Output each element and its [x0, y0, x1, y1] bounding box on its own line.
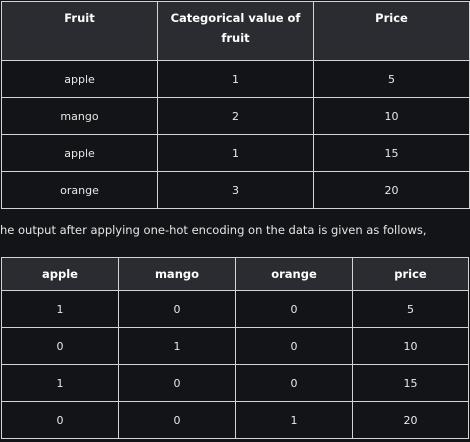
- table-row: apple 1 15: [1, 134, 470, 172]
- cell-apple: 0: [1, 327, 119, 365]
- cell-price: 5: [313, 60, 470, 98]
- cell-mango: 0: [118, 364, 236, 402]
- cell-orange: 0: [235, 290, 353, 328]
- cell-fruit: orange: [1, 171, 158, 209]
- header-price: price: [352, 257, 469, 291]
- cell-categorical-value: 1: [157, 134, 314, 172]
- cell-price: 20: [352, 401, 469, 439]
- fruit-price-table: Fruit Categorical value of fruit Price a…: [1, 1, 470, 209]
- cell-apple: 1: [1, 290, 119, 328]
- header-orange: orange: [235, 257, 353, 291]
- cell-orange: 0: [235, 327, 353, 365]
- cell-mango: 0: [118, 290, 236, 328]
- header-fruit: Fruit: [1, 1, 158, 61]
- table-header-row: Fruit Categorical value of fruit Price: [1, 1, 470, 61]
- one-hot-table-header: apple mango orange price: [1, 257, 469, 291]
- cell-orange: 0: [235, 364, 353, 402]
- table-row: 0 1 0 10: [1, 327, 469, 365]
- cell-mango: 1: [118, 327, 236, 365]
- header-apple: apple: [1, 257, 119, 291]
- cell-price: 5: [352, 290, 469, 328]
- explanation-text: he output after applying one-hot encodin…: [0, 223, 427, 237]
- cell-categorical-value: 3: [157, 171, 314, 209]
- fruit-price-table-body: apple 1 5 mango 2 10 apple 1 15 orange 3…: [1, 60, 470, 209]
- fruit-price-table-header: Fruit Categorical value of fruit Price: [1, 1, 470, 61]
- header-mango: mango: [118, 257, 236, 291]
- header-categorical-value: Categorical value of fruit: [157, 1, 314, 61]
- cell-categorical-value: 1: [157, 60, 314, 98]
- cell-price: 15: [313, 134, 470, 172]
- table-row: 1 0 0 5: [1, 290, 469, 328]
- cell-apple: 0: [1, 401, 119, 439]
- table-row: apple 1 5: [1, 60, 470, 98]
- table-header-row: apple mango orange price: [1, 257, 469, 291]
- cell-fruit: mango: [1, 97, 158, 135]
- cell-price: 10: [313, 97, 470, 135]
- cell-categorical-value: 2: [157, 97, 314, 135]
- table-row: 1 0 0 15: [1, 364, 469, 402]
- cell-apple: 1: [1, 364, 119, 402]
- cell-fruit: apple: [1, 60, 158, 98]
- table-row: mango 2 10: [1, 97, 470, 135]
- table-row: orange 3 20: [1, 171, 470, 209]
- header-price: Price: [313, 1, 470, 61]
- table-row: 0 0 1 20: [1, 401, 469, 439]
- one-hot-table-body: 1 0 0 5 0 1 0 10 1 0 0 15 0 0 1 20: [1, 290, 469, 439]
- cell-mango: 0: [118, 401, 236, 439]
- one-hot-encoded-table: apple mango orange price 1 0 0 5 0 1 0 1…: [1, 257, 469, 439]
- cell-fruit: apple: [1, 134, 158, 172]
- cell-orange: 1: [235, 401, 353, 439]
- cell-price: 15: [352, 364, 469, 402]
- cell-price: 20: [313, 171, 470, 209]
- cell-price: 10: [352, 327, 469, 365]
